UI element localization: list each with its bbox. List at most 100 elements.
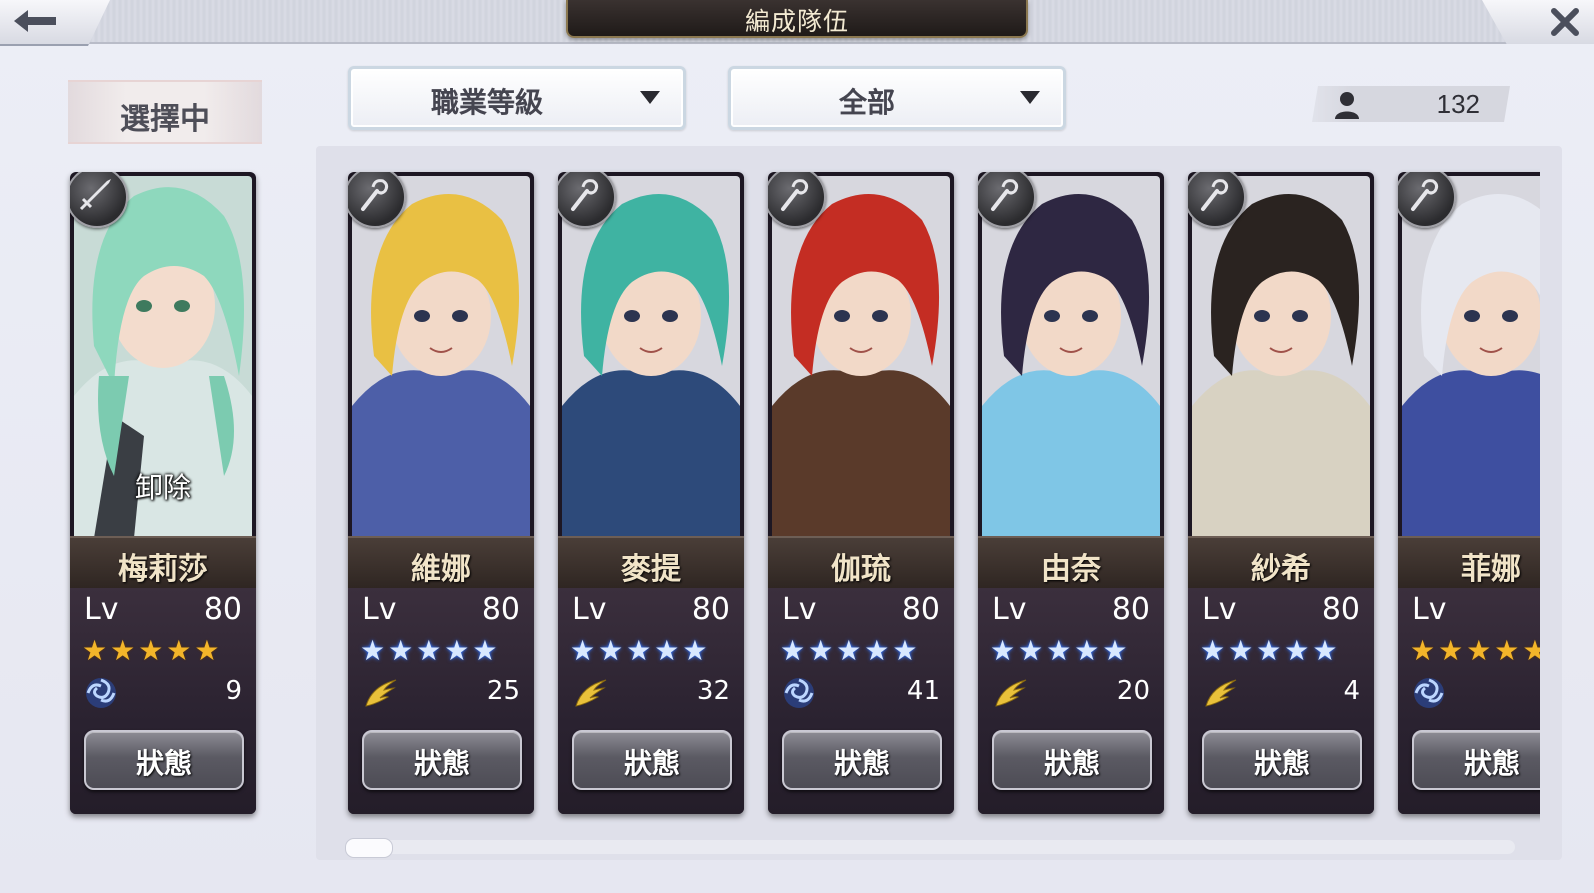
swirl-icon — [1414, 678, 1444, 708]
roster-unit-card[interactable]: 紗希 Lv 80 ★★★★★ 4 狀態 — [1188, 172, 1374, 814]
rarity-stars: ★★★★★ — [990, 634, 1131, 667]
level-label: Lv — [572, 592, 607, 627]
unit-portrait — [562, 176, 740, 538]
wing-icon — [365, 679, 397, 707]
wing-icon — [995, 679, 1027, 707]
unit-name-plate: 由奈 — [978, 536, 1164, 590]
unit-name: 梅莉莎 — [118, 552, 208, 587]
level-value: 80 — [203, 592, 242, 627]
level-label: Lv — [1202, 592, 1237, 627]
status-button-label: 狀態 — [623, 747, 680, 780]
unit-stats: Lv 80 ★★★★★ 4 狀態 — [1188, 588, 1374, 814]
roster-scrollbar-thumb[interactable] — [345, 838, 393, 858]
level-label: Lv — [84, 592, 119, 627]
unit-portrait: 卸除 — [74, 176, 252, 538]
unit-name: 紗希 — [1251, 552, 1311, 587]
staff-icon — [1411, 179, 1439, 211]
title-plate: 編成隊伍 — [566, 0, 1028, 38]
unit-count-badge: 132 — [1312, 86, 1510, 122]
chevron-down-icon — [640, 91, 660, 104]
roster-unit-card[interactable]: 伽琉 Lv 80 ★★★★★ 41 狀態 — [768, 172, 954, 814]
unit-name: 由奈 — [1041, 552, 1101, 587]
roster-unit-card[interactable]: 菲娜 Lv ★★★★★ 狀態 — [1398, 172, 1540, 814]
unit-portrait — [1402, 176, 1540, 538]
status-button[interactable]: 狀態 — [572, 730, 732, 790]
selected-unit-card[interactable]: 卸除 梅莉莎 Lv 80 ★★★★★ 9 狀態 — [70, 172, 256, 814]
roster-list[interactable]: 維娜 Lv 80 ★★★★★ 25 狀態 麥提 Lv 80 ★★★★★ 32 狀… — [316, 146, 1540, 826]
unit-portrait — [982, 176, 1160, 538]
rarity-stars: ★★★★★ — [1200, 634, 1341, 667]
status-button[interactable]: 狀態 — [84, 730, 244, 790]
status-button-label: 狀態 — [413, 747, 470, 780]
unequip-label[interactable]: 卸除 — [74, 466, 252, 506]
unit-stats: Lv ★★★★★ 狀態 — [1398, 588, 1540, 814]
level-value: 80 — [901, 592, 940, 627]
level-value: 80 — [1321, 592, 1360, 627]
unit-name: 維娜 — [411, 552, 471, 587]
sort-dropdown[interactable]: 職業等級 — [348, 66, 686, 130]
wing-icon — [575, 679, 607, 707]
staff-icon — [991, 179, 1019, 211]
unit-name-plate: 梅莉莎 — [70, 536, 256, 590]
roster-unit-card[interactable]: 由奈 Lv 80 ★★★★★ 20 狀態 — [978, 172, 1164, 814]
chevron-down-icon — [1020, 91, 1040, 104]
level-label: Lv — [362, 592, 397, 627]
status-button[interactable]: 狀態 — [1412, 730, 1540, 790]
filter-dropdown[interactable]: 全部 — [728, 66, 1066, 130]
swirl-icon — [86, 678, 116, 708]
unit-name-plate: 維娜 — [348, 536, 534, 590]
unit-portrait — [352, 176, 530, 538]
sword-icon — [79, 179, 111, 211]
level-label: Lv — [992, 592, 1027, 627]
rarity-stars: ★★★★★ — [780, 634, 921, 667]
unit-name-plate: 菲娜 — [1398, 536, 1540, 590]
element-value: 9 — [225, 676, 242, 706]
unit-stats: Lv 80 ★★★★★ 32 狀態 — [558, 588, 744, 814]
staff-icon — [781, 179, 809, 211]
unit-name: 麥提 — [621, 552, 681, 587]
unit-stats: Lv 80 ★★★★★ 9 狀態 — [70, 588, 256, 814]
unit-portrait — [1192, 176, 1370, 538]
staff-icon — [1201, 179, 1229, 211]
level-label: Lv — [1412, 592, 1447, 627]
level-label: Lv — [782, 592, 817, 627]
person-icon — [1335, 92, 1359, 119]
roster-unit-card[interactable]: 維娜 Lv 80 ★★★★★ 25 狀態 — [348, 172, 534, 814]
swirl-icon — [784, 678, 814, 708]
unit-name: 伽琉 — [831, 552, 891, 587]
level-value: 80 — [1111, 592, 1150, 627]
unit-name-plate: 紗希 — [1188, 536, 1374, 590]
sort-dropdown-label: 職業等級 — [430, 86, 543, 119]
staff-icon — [361, 179, 389, 211]
roster-scrollbar[interactable] — [345, 840, 1515, 854]
status-button[interactable]: 狀態 — [992, 730, 1152, 790]
element-value: 25 — [486, 676, 520, 706]
element-value: 20 — [1116, 676, 1150, 706]
status-button-label: 狀態 — [833, 747, 890, 780]
unit-name-plate: 伽琉 — [768, 536, 954, 590]
level-value: 80 — [481, 592, 520, 627]
status-button[interactable]: 狀態 — [782, 730, 942, 790]
unit-name-plate: 麥提 — [558, 536, 744, 590]
rarity-stars: ★★★★★ — [360, 634, 501, 667]
page-title: 編成隊伍 — [744, 7, 849, 36]
rarity-stars: ★★★★★ — [570, 634, 711, 667]
status-button-label: 狀態 — [1253, 747, 1310, 780]
status-button[interactable]: 狀態 — [1202, 730, 1362, 790]
filter-dropdown-label: 全部 — [838, 86, 895, 119]
status-button[interactable]: 狀態 — [362, 730, 522, 790]
selected-label-text: 選擇中 — [120, 102, 210, 137]
element-value: 41 — [906, 676, 940, 706]
unit-portrait — [772, 176, 950, 538]
element-value: 32 — [696, 676, 730, 706]
element-value: 4 — [1343, 676, 1360, 706]
status-button-label: 狀態 — [135, 747, 192, 780]
unit-count: 132 — [1436, 89, 1480, 119]
rarity-stars: ★★★★★ — [1410, 634, 1540, 667]
roster-unit-card[interactable]: 麥提 Lv 80 ★★★★★ 32 狀態 — [558, 172, 744, 814]
unit-stats: Lv 80 ★★★★★ 25 狀態 — [348, 588, 534, 814]
status-button-label: 狀態 — [1043, 747, 1100, 780]
unit-name: 菲娜 — [1461, 552, 1521, 587]
wing-icon — [1205, 679, 1237, 707]
staff-icon — [571, 179, 599, 211]
